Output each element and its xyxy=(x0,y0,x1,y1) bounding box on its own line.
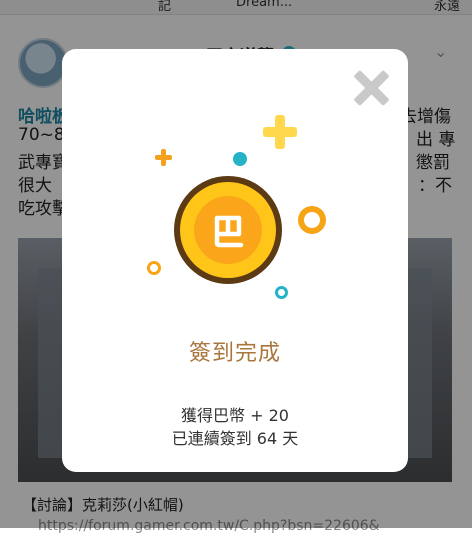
close-icon[interactable] xyxy=(352,69,390,107)
checkin-title: 簽到完成 xyxy=(188,341,281,366)
coin-symbol-icon xyxy=(214,215,244,248)
plus-sparkle-icon xyxy=(155,149,172,166)
dot-sparkle-icon xyxy=(233,152,247,166)
reward-coins-text: 獲得巴幣 + 20 xyxy=(181,406,289,425)
streak-days-text: 已連續簽到 64 天 xyxy=(171,429,299,448)
checkin-dialog: 簽到完成 獲得巴幣 + 20 已連續簽到 64 天 xyxy=(62,49,408,472)
reward-info: 獲得巴幣 + 20 已連續簽到 64 天 xyxy=(62,404,408,450)
ring-sparkle-icon xyxy=(298,206,326,234)
plus-sparkle-icon xyxy=(263,115,297,149)
bahamut-coin-icon xyxy=(174,176,282,284)
ring-sparkle-icon xyxy=(147,261,161,275)
ring-sparkle-icon xyxy=(275,286,288,299)
